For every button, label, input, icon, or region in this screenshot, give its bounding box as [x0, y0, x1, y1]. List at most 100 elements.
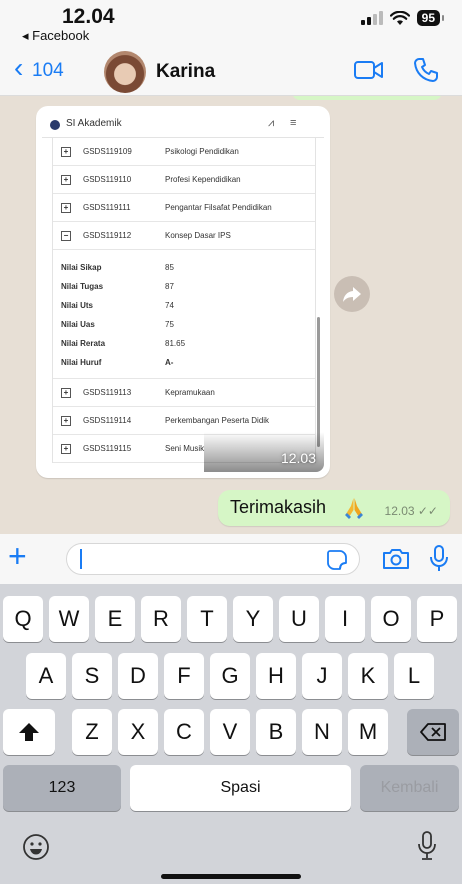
grade-label: Nilai Sikap: [61, 263, 102, 272]
grade-label: Nilai Uts: [61, 301, 94, 310]
course-row: + GSDS119113 Kepramukaan: [53, 379, 315, 407]
text-caret: [80, 549, 82, 569]
grade-label: Nilai Huruf: [61, 358, 102, 367]
contact-avatar[interactable]: [104, 51, 146, 93]
home-indicator[interactable]: [161, 874, 301, 879]
chat-thread[interactable]: SI Akademik ⩘ ≡ + GSDS119109 Psikologi P…: [0, 96, 462, 534]
video-call-icon[interactable]: [353, 56, 385, 84]
grade-row: Nilai Rerata 81.65: [53, 334, 315, 353]
outgoing-message-timestamp: 12.03 ✓✓: [384, 504, 438, 518]
course-code: GSDS119114: [83, 416, 132, 425]
sia-logo-icon: [50, 120, 60, 130]
numbers-key[interactable]: 123: [3, 765, 121, 811]
key-z[interactable]: Z: [72, 709, 112, 755]
forward-arrow-icon: [343, 287, 361, 302]
shift-key[interactable]: [3, 709, 55, 755]
microphone-icon[interactable]: [428, 544, 450, 574]
return-key[interactable]: Kembali: [360, 765, 459, 811]
expand-icon: +: [61, 174, 71, 185]
key-v[interactable]: V: [210, 709, 250, 755]
course-row: + GSDS119110 Profesi Kependidikan: [53, 166, 315, 194]
course-name: Konsep Dasar IPS: [165, 231, 231, 240]
course-name: Perkembangan Peserta Didik: [165, 416, 270, 425]
on-screen-keyboard: Q W E R T Y U I O P A S D F G H J K L Z …: [0, 584, 462, 884]
expand-icon: +: [61, 146, 71, 157]
forward-button[interactable]: [334, 276, 370, 312]
message-input[interactable]: [66, 543, 360, 575]
key-d[interactable]: D: [118, 653, 158, 699]
expand-icon: +: [61, 415, 71, 426]
shared-screenshot-image[interactable]: SI Akademik ⩘ ≡ + GSDS119109 Psikologi P…: [42, 112, 324, 472]
key-x[interactable]: X: [118, 709, 158, 755]
emoji-keyboard-icon[interactable]: [21, 832, 51, 862]
course-row: + GSDS119114 Perkembangan Peserta Didik: [53, 407, 315, 435]
sticker-icon[interactable]: [326, 549, 348, 571]
grade-row: Nilai Uas 75: [53, 315, 315, 334]
course-code: GSDS119112: [83, 231, 132, 240]
grade-row: Nilai Sikap 85: [53, 258, 315, 277]
key-m[interactable]: M: [348, 709, 388, 755]
key-g[interactable]: G: [210, 653, 250, 699]
key-i[interactable]: I: [325, 596, 365, 642]
key-u[interactable]: U: [279, 596, 319, 642]
key-h[interactable]: H: [256, 653, 296, 699]
image-scrollbar: [317, 317, 320, 447]
backspace-key[interactable]: [407, 709, 459, 755]
collapse-icon: −: [61, 230, 71, 241]
course-code: GSDS119115: [83, 444, 132, 453]
sia-menu-icon: ≡: [290, 117, 297, 129]
chat-header: ‹ 104 Karina: [0, 46, 462, 96]
key-t[interactable]: T: [187, 596, 227, 642]
key-a[interactable]: A: [26, 653, 66, 699]
grade-value: 85: [165, 263, 174, 272]
outgoing-message-bubble[interactable]: Terimakasih 12.03 ✓✓: [218, 490, 450, 526]
dictation-microphone-icon[interactable]: [416, 830, 438, 862]
shift-arrow-icon: [19, 723, 39, 741]
key-o[interactable]: O: [371, 596, 411, 642]
image-message-bubble[interactable]: SI Akademik ⩘ ≡ + GSDS119109 Psikologi P…: [36, 106, 330, 478]
key-q[interactable]: Q: [3, 596, 43, 642]
course-code: GSDS119111: [83, 203, 131, 212]
grade-row: Nilai Huruf A-: [53, 353, 315, 372]
grade-value: A-: [165, 358, 174, 367]
status-bar: 12.04 ◂ Facebook 95: [0, 0, 462, 46]
back-chevron-icon[interactable]: ‹: [14, 54, 23, 82]
course-code: GSDS119110: [83, 175, 132, 184]
key-y[interactable]: Y: [233, 596, 273, 642]
grade-details: Nilai Sikap 85 Nilai Tugas 87 Nilai Uts …: [53, 250, 315, 379]
key-f[interactable]: F: [164, 653, 204, 699]
key-l[interactable]: L: [394, 653, 434, 699]
camera-icon[interactable]: [381, 547, 411, 571]
status-time: 12.04: [62, 5, 115, 28]
key-c[interactable]: C: [164, 709, 204, 755]
key-j[interactable]: J: [302, 653, 342, 699]
course-row-expanded: − GSDS119112 Konsep Dasar IPS: [53, 222, 315, 250]
contact-name[interactable]: Karina: [156, 61, 215, 83]
expand-icon: +: [61, 202, 71, 213]
sia-app-title: SI Akademik: [66, 118, 122, 129]
back-button-count[interactable]: 104: [32, 60, 64, 82]
space-key[interactable]: Spasi: [130, 765, 351, 811]
previous-message-bubble: [292, 96, 442, 100]
key-w[interactable]: W: [49, 596, 89, 642]
key-k[interactable]: K: [348, 653, 388, 699]
key-r[interactable]: R: [141, 596, 181, 642]
key-p[interactable]: P: [417, 596, 457, 642]
wifi-icon: [389, 10, 410, 25]
cellular-signal-icon: [360, 11, 383, 25]
key-b[interactable]: B: [256, 709, 296, 755]
grade-label: Nilai Tugas: [61, 282, 104, 291]
status-indicators: 95: [360, 10, 445, 26]
key-n[interactable]: N: [302, 709, 342, 755]
key-e[interactable]: E: [95, 596, 135, 642]
grade-value: 74: [165, 301, 174, 310]
grade-label: Nilai Rerata: [61, 339, 106, 348]
grade-label: Nilai Uas: [61, 320, 95, 329]
backspace-icon: [420, 723, 446, 741]
course-row: + GSDS119109 Psikologi Pendidikan: [53, 138, 315, 166]
message-input-bar: +: [0, 534, 462, 584]
key-s[interactable]: S: [72, 653, 112, 699]
attach-plus-icon[interactable]: +: [8, 540, 27, 572]
back-to-app-link[interactable]: ◂ Facebook: [22, 28, 89, 44]
phone-call-icon[interactable]: [412, 56, 440, 84]
